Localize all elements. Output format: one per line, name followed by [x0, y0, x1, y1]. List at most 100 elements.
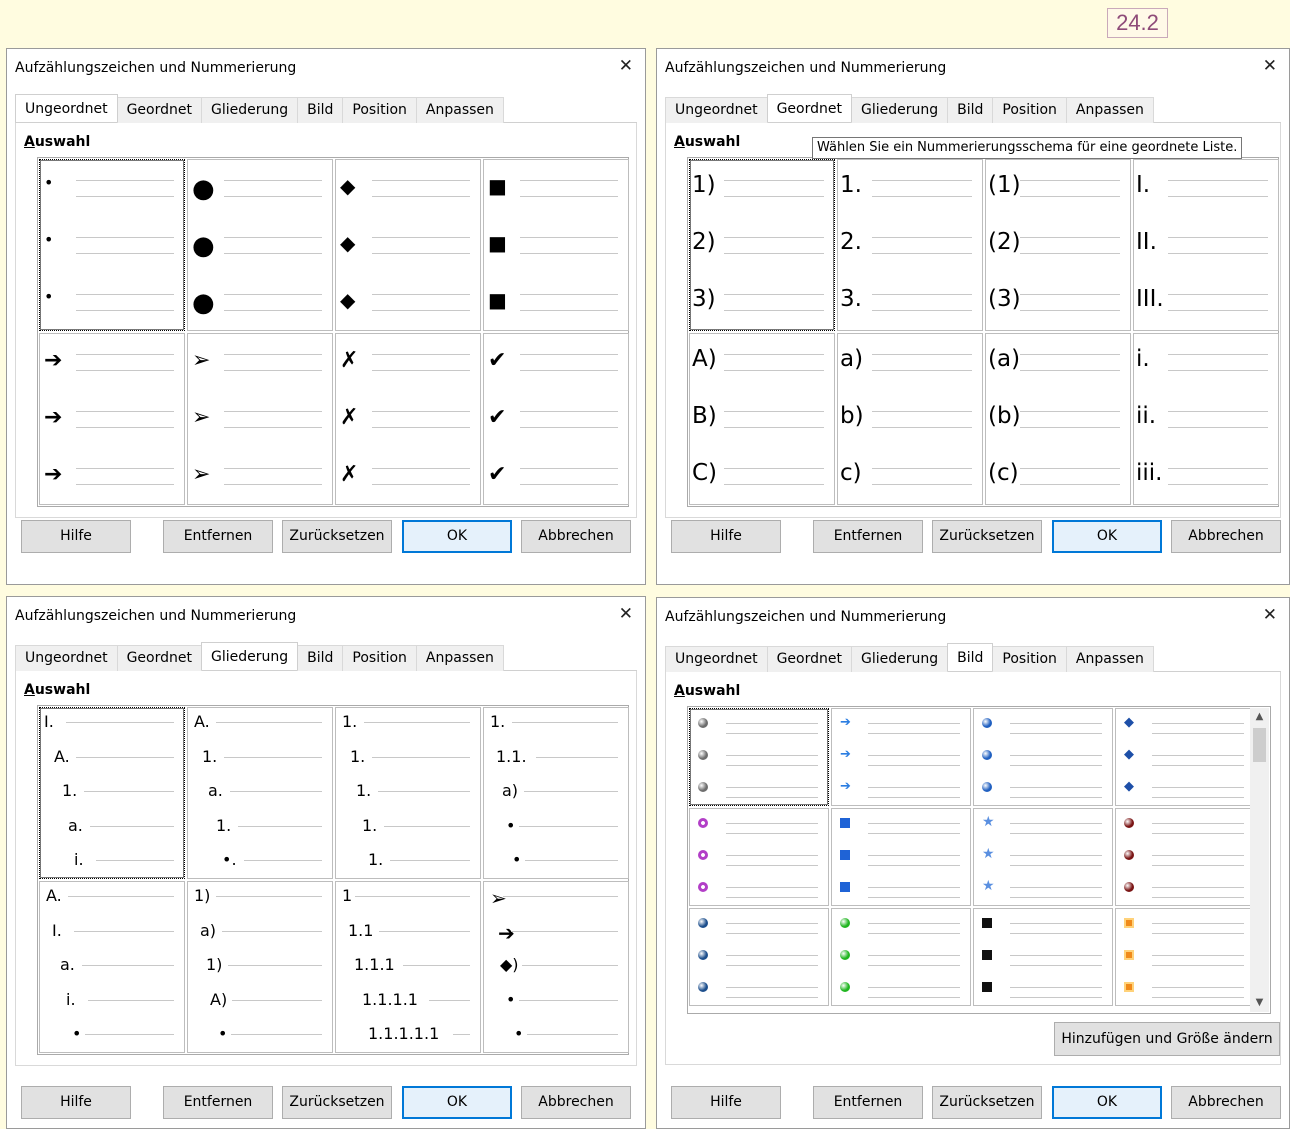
preset-cell[interactable]: 1 1.1 1.1.1 1.1.1.1 1.1.1.1.1	[335, 881, 481, 1053]
tab-geordnet[interactable]: Geordnet	[766, 646, 852, 672]
preset-cell[interactable]: ✗ ✗ ✗	[335, 333, 481, 505]
tab-geordnet[interactable]: Geordnet	[116, 97, 202, 123]
preset-line	[726, 865, 818, 866]
scroll-up-icon[interactable]: ▲	[1250, 708, 1269, 726]
scroll-thumb[interactable]	[1253, 728, 1266, 762]
ok-button[interactable]: OK	[402, 1086, 512, 1119]
preset-cell[interactable]: ■ ■ ■	[483, 159, 629, 331]
preset-cell[interactable]: i. ii. iii.	[1133, 333, 1279, 505]
preset-cell[interactable]: (a) (b) (c)	[985, 333, 1131, 505]
tab-geordnet[interactable]: Geordnet	[766, 94, 852, 122]
preset-cell[interactable]	[973, 908, 1113, 1006]
tab-anpassen[interactable]: Anpassen	[415, 645, 504, 671]
help-button[interactable]: Hilfe	[671, 520, 781, 553]
tab-gliederung[interactable]: Gliederung	[200, 642, 299, 670]
blue-arrow-icon: ➔	[840, 747, 851, 762]
remove-button[interactable]: Entfernen	[163, 1086, 273, 1119]
tab-ungeordnet[interactable]: Ungeordnet	[15, 94, 118, 122]
preset-line	[868, 887, 960, 888]
preset-cell[interactable]	[973, 708, 1113, 806]
tab-position[interactable]: Position	[342, 97, 417, 123]
preset-cell[interactable]: I. II. III.	[1133, 159, 1279, 331]
preset-cell[interactable]: ➔ ➔ ➔	[831, 708, 971, 806]
cancel-button[interactable]: Abbrechen	[521, 520, 631, 553]
scroll-down-icon[interactable]: ▼	[1250, 994, 1269, 1012]
outline-level-label: I.	[52, 920, 62, 940]
tab-gliederung[interactable]: Gliederung	[850, 97, 949, 123]
remove-button[interactable]: Entfernen	[813, 1086, 923, 1119]
tab-geordnet[interactable]: Geordnet	[116, 645, 202, 671]
preset-cell[interactable]: a) b) c)	[837, 333, 983, 505]
preset-cell[interactable]: (1) (2) (3)	[985, 159, 1131, 331]
preset-cell[interactable]: 1) 2) 3)	[689, 159, 835, 331]
help-button[interactable]: Hilfe	[21, 520, 131, 553]
preset-cell[interactable]: ➢ ➢ ➢	[187, 333, 333, 505]
preset-cell[interactable]: 1. 1.1. a) • •	[483, 707, 629, 879]
add-and-resize-button[interactable]: Hinzufügen und Größe ändern	[1054, 1022, 1280, 1056]
preset-line	[76, 484, 174, 485]
preset-cell[interactable]	[689, 708, 829, 806]
close-icon[interactable]: ✕	[619, 604, 633, 624]
tab-bild[interactable]: Bild	[947, 97, 994, 123]
preset-cell[interactable]: 1. 2. 3.	[837, 159, 983, 331]
close-icon[interactable]: ✕	[619, 56, 633, 76]
reset-button[interactable]: Zurücksetzen	[932, 1086, 1042, 1119]
preset-cell[interactable]: ➢ ➔ ◆) • •	[483, 881, 629, 1053]
preset-cell[interactable]: A. 1. a. 1. •.	[187, 707, 333, 879]
preset-cell[interactable]	[689, 808, 829, 906]
preset-line	[525, 860, 618, 861]
tab-bild[interactable]: Bild	[297, 645, 344, 671]
preset-cell[interactable]	[831, 908, 971, 1006]
close-icon[interactable]: ✕	[1263, 56, 1277, 76]
ok-button[interactable]: OK	[1052, 1086, 1162, 1119]
tab-bild[interactable]: Bild	[947, 643, 994, 671]
preset-cell[interactable]: I. A. 1. a. i.	[39, 707, 185, 879]
preset-line	[872, 354, 972, 355]
vertical-scrollbar[interactable]: ▲ ▼	[1250, 708, 1269, 1012]
cancel-button[interactable]: Abbrechen	[1171, 1086, 1281, 1119]
preset-cell[interactable]: 1) a) 1) A) •	[187, 881, 333, 1053]
tab-ungeordnet[interactable]: Ungeordnet	[665, 646, 768, 672]
ok-button[interactable]: OK	[402, 520, 512, 553]
tab-ungeordnet[interactable]: Ungeordnet	[15, 645, 118, 671]
preset-cell[interactable]: ◆ ◆ ◆	[335, 159, 481, 331]
preset-line	[222, 930, 322, 932]
preset-cell[interactable]: ◆ ◆ ◆	[1115, 708, 1255, 806]
preset-cell[interactable]: ➔ ➔ ➔	[39, 333, 185, 505]
preset-cell[interactable]: ✔ ✔ ✔	[483, 333, 629, 505]
preset-cell[interactable]: ● ● ●	[187, 159, 333, 331]
preset-cell[interactable]: 1. 1. 1. 1. 1.	[335, 707, 481, 879]
tab-gliederung[interactable]: Gliederung	[850, 646, 949, 672]
navy-sphere-icon	[698, 918, 708, 928]
help-button[interactable]: Hilfe	[21, 1086, 131, 1119]
preset-cell[interactable]	[1115, 808, 1255, 906]
preset-cell[interactable]	[1115, 908, 1255, 1006]
tab-anpassen[interactable]: Anpassen	[1065, 97, 1154, 123]
help-button[interactable]: Hilfe	[671, 1086, 781, 1119]
cancel-button[interactable]: Abbrechen	[521, 1086, 631, 1119]
tab-anpassen[interactable]: Anpassen	[1065, 646, 1154, 672]
tab-anpassen[interactable]: Anpassen	[415, 97, 504, 123]
preset-cell[interactable]	[689, 908, 829, 1006]
preset-line	[1010, 723, 1102, 724]
preset-cell[interactable]: • • •	[39, 159, 185, 331]
reset-button[interactable]: Zurücksetzen	[932, 520, 1042, 553]
preset-cell[interactable]: ★ ★ ★	[973, 808, 1113, 906]
remove-button[interactable]: Entfernen	[163, 520, 273, 553]
reset-button[interactable]: Zurücksetzen	[282, 1086, 392, 1119]
preset-cell[interactable]: A. I. a. i. •	[39, 881, 185, 1053]
remove-button[interactable]: Entfernen	[813, 520, 923, 553]
tab-bild[interactable]: Bild	[297, 97, 344, 123]
preset-cell[interactable]: A) B) C)	[689, 333, 835, 505]
tab-ungeordnet[interactable]: Ungeordnet	[665, 97, 768, 123]
tab-position[interactable]: Position	[992, 97, 1067, 123]
tab-content: Auswahl 1) 2) 3) 1. 2. 3. (1) (2) (3) I. II. III. A) B…	[665, 123, 1281, 518]
tab-gliederung[interactable]: Gliederung	[200, 97, 299, 123]
tab-position[interactable]: Position	[992, 646, 1067, 672]
ok-button[interactable]: OK	[1052, 520, 1162, 553]
preset-cell[interactable]	[831, 808, 971, 906]
reset-button[interactable]: Zurücksetzen	[282, 520, 392, 553]
tab-position[interactable]: Position	[342, 645, 417, 671]
close-icon[interactable]: ✕	[1263, 605, 1277, 625]
cancel-button[interactable]: Abbrechen	[1171, 520, 1281, 553]
